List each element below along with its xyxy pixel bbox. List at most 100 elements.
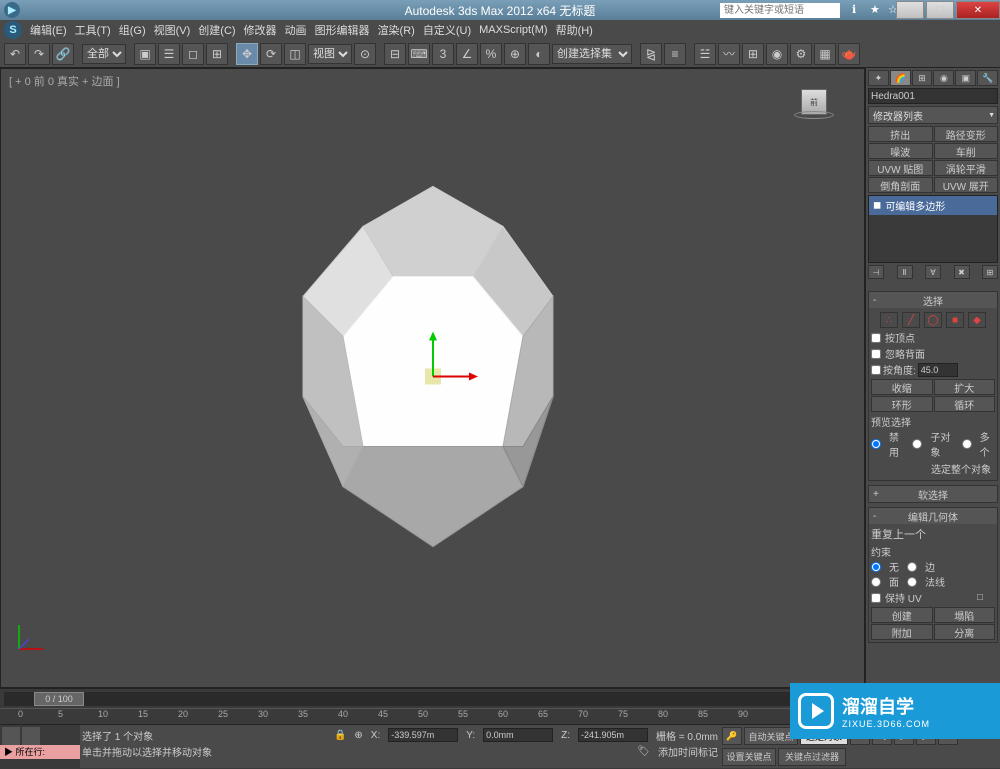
app-menu-icon[interactable]: S [4, 21, 22, 39]
select-name-button[interactable]: ☰ [158, 43, 180, 65]
edge-mode-icon[interactable]: ╱ [902, 312, 920, 328]
menu-edit[interactable]: 编辑(E) [30, 22, 67, 38]
preserve-uv-settings[interactable]: □ [977, 592, 995, 603]
z-coord-input[interactable] [578, 728, 648, 742]
viewcube[interactable]: 前 [794, 89, 834, 129]
bevelprofile-button[interactable]: 倒角剖面 [868, 177, 933, 193]
search-input[interactable] [720, 3, 840, 18]
keyboard-button[interactable]: ⌨ [408, 43, 430, 65]
schematic-button[interactable]: ⊞ [742, 43, 764, 65]
material-button[interactable]: ◉ [766, 43, 788, 65]
script-icon[interactable] [2, 727, 20, 745]
align-button[interactable]: ≡ [664, 43, 686, 65]
remove-mod-icon[interactable]: ✖ [954, 265, 970, 279]
redo-button[interactable]: ↷ [28, 43, 50, 65]
scale-button[interactable]: ◫ [284, 43, 306, 65]
show-result-icon[interactable]: Ⅱ [897, 265, 913, 279]
viewport-label[interactable]: [ + 0 前 0 真实 + 边面 ] [9, 73, 120, 89]
subobj-radio[interactable] [912, 439, 922, 449]
spinner-snap-button[interactable]: ⊕ [504, 43, 526, 65]
extrude-button[interactable]: 挤出 [868, 126, 933, 142]
filter-dropdown[interactable]: 全部 [82, 44, 126, 64]
soft-selection-header[interactable]: +软选择 [869, 486, 997, 502]
selection-set-dropdown[interactable]: 创建选择集 [552, 44, 632, 64]
display-tab[interactable]: ▣ [955, 70, 976, 86]
add-time-tag[interactable]: 添加时间标记 [658, 744, 718, 759]
menu-render[interactable]: 渲染(R) [378, 22, 415, 38]
expand-icon[interactable]: ◼ [873, 200, 881, 211]
curve-editor-button[interactable]: 〰 [718, 43, 740, 65]
edit-geometry-header[interactable]: -编辑几何体 [869, 508, 997, 524]
menu-views[interactable]: 视图(V) [154, 22, 191, 38]
menu-maxscript[interactable]: MAXScript(M) [479, 24, 547, 36]
vertex-mode-icon[interactable]: ∴ [880, 312, 898, 328]
select-rect-button[interactable]: ◻ [182, 43, 204, 65]
close-button[interactable]: ✕ [956, 1, 1000, 19]
edged-button[interactable]: ◐ [528, 43, 550, 65]
move-button[interactable]: ✥ [236, 43, 258, 65]
viewcube-ring[interactable] [794, 111, 834, 119]
menu-create[interactable]: 创建(C) [198, 22, 235, 38]
uvwunwrap-button[interactable]: UVW 展开 [934, 177, 999, 193]
grow-button[interactable]: 扩大 [934, 379, 996, 395]
normal-radio[interactable] [907, 577, 917, 587]
menu-customize[interactable]: 自定义(U) [423, 22, 471, 38]
coord-system-dropdown[interactable]: 视图 [308, 44, 352, 64]
time-handle[interactable]: 0 / 100 [34, 692, 84, 706]
lathe-button[interactable]: 车削 [934, 143, 999, 159]
render-setup-button[interactable]: ⚙ [790, 43, 812, 65]
face-radio[interactable] [871, 577, 881, 587]
menu-group[interactable]: 组(G) [119, 22, 146, 38]
undo-button[interactable]: ↶ [4, 43, 26, 65]
disable-radio[interactable] [871, 439, 881, 449]
detach-button[interactable]: 分离 [934, 624, 996, 640]
viewport[interactable]: [ + 0 前 0 真实 + 边面 ] 前 [0, 68, 865, 688]
setkey-button[interactable]: 设置关键点 [722, 748, 776, 766]
border-mode-icon[interactable]: ◯ [924, 312, 942, 328]
collapse-button[interactable]: 塌陷 [934, 607, 996, 623]
pivot-button[interactable]: ⊙ [354, 43, 376, 65]
mirror-button[interactable]: ⧎ [640, 43, 662, 65]
render-button[interactable]: 🫖 [838, 43, 860, 65]
time-tag-icon[interactable]: 🏷 [637, 746, 650, 757]
modify-tab[interactable]: 🌈 [890, 70, 911, 86]
attach-button[interactable]: 附加 [871, 624, 933, 640]
multi-radio[interactable] [962, 439, 972, 449]
none-radio[interactable] [871, 562, 881, 572]
menu-help[interactable]: 帮助(H) [556, 22, 593, 38]
menu-tools[interactable]: 工具(T) [75, 22, 111, 38]
preserve-uv-check[interactable] [871, 593, 881, 603]
manipulate-button[interactable]: ⊟ [384, 43, 406, 65]
ring-button[interactable]: 环形 [871, 396, 933, 412]
selection-header[interactable]: -选择 [869, 292, 997, 308]
modifier-stack[interactable]: ◼ 可编辑多边形 [868, 195, 998, 263]
pin-stack-icon[interactable]: ⊣ [868, 265, 884, 279]
star-icon[interactable]: ★ [870, 3, 884, 17]
info-icon[interactable]: ℹ [852, 3, 866, 17]
edge-radio[interactable] [907, 562, 917, 572]
snap-button[interactable]: 3 [432, 43, 454, 65]
menu-graph[interactable]: 图形编辑器 [315, 22, 370, 38]
object-name-input[interactable] [868, 88, 998, 104]
create-button[interactable]: 创建 [871, 607, 933, 623]
link-button[interactable]: 🔗 [52, 43, 74, 65]
shrink-button[interactable]: 收缩 [871, 379, 933, 395]
motion-tab[interactable]: ◉ [933, 70, 954, 86]
lock-icon[interactable]: 🔒 [334, 730, 346, 741]
maximize-button[interactable]: ☐ [926, 1, 954, 19]
x-coord-input[interactable] [388, 728, 458, 742]
layers-button[interactable]: ☱ [694, 43, 716, 65]
configure-icon[interactable]: ⊞ [982, 265, 998, 279]
create-tab[interactable]: ✦ [868, 70, 889, 86]
hierarchy-tab[interactable]: ⊞ [912, 70, 933, 86]
mod-stack-item[interactable]: ◼ 可编辑多边形 [869, 196, 997, 215]
render-frame-button[interactable]: ▦ [814, 43, 836, 65]
noise-button[interactable]: 噪波 [868, 143, 933, 159]
percent-snap-button[interactable]: % [480, 43, 502, 65]
by-vertex-check[interactable] [871, 333, 881, 343]
coord-icon[interactable]: ⊕ [354, 730, 362, 741]
utilities-tab[interactable]: 🔧 [977, 70, 998, 86]
pathdeform-button[interactable]: 路径变形 [934, 126, 999, 142]
turbosmooth-button[interactable]: 涡轮平滑 [934, 160, 999, 176]
loop-button[interactable]: 循环 [934, 396, 996, 412]
